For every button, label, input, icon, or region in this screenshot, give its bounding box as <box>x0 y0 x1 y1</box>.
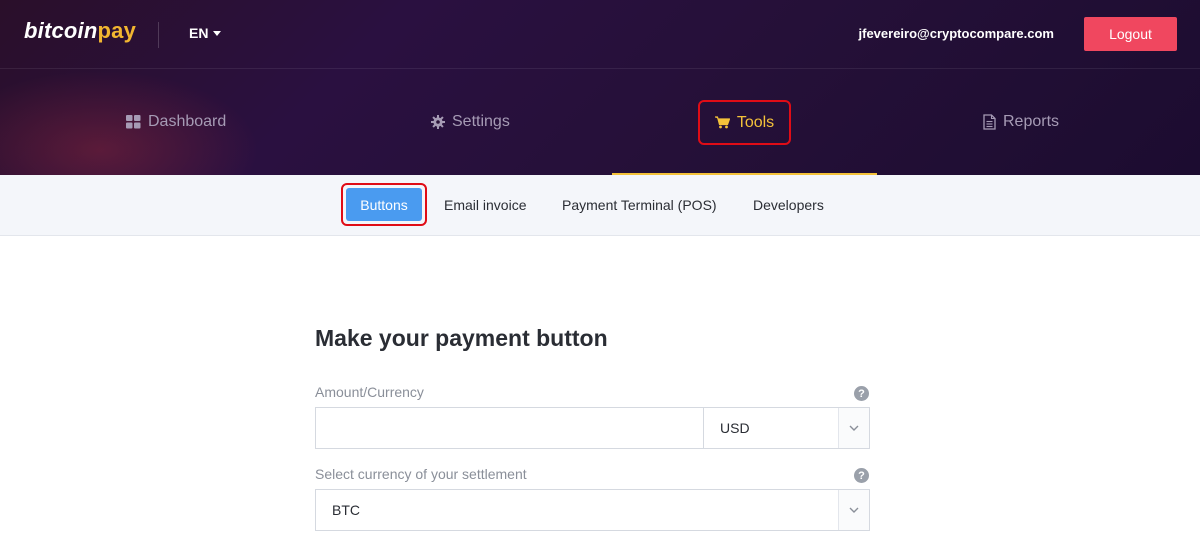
page-title: Make your payment button <box>315 325 608 351</box>
settlement-selected-value: BTC <box>332 502 360 518</box>
logout-button[interactable]: Logout <box>1084 17 1177 51</box>
nav-label-reports: Reports <box>1003 113 1060 130</box>
currency-select[interactable]: USD <box>703 407 870 449</box>
main-nav: Dashboard Settings Tools Reports <box>0 70 1200 175</box>
top-banner: bitcoinpay EN jfevereiro@cryptocompare.c… <box>0 0 1200 175</box>
cart-icon <box>714 116 730 129</box>
language-label: EN <box>189 25 209 41</box>
bitcoinpay-logo[interactable]: bitcoinpay <box>24 18 136 44</box>
caret-down-icon <box>213 30 222 36</box>
grid-icon <box>126 115 141 129</box>
header-divider <box>158 22 159 48</box>
nav-item-tools[interactable]: Tools <box>698 100 791 145</box>
document-icon <box>983 114 996 130</box>
gear-icon <box>431 115 445 129</box>
nav-label-tools: Tools <box>736 113 775 131</box>
chevron-down-icon <box>838 408 869 448</box>
nav-item-reports[interactable]: Reports <box>983 113 1059 131</box>
help-icon[interactable]: ? <box>854 386 869 401</box>
language-dropdown[interactable]: EN <box>189 25 222 41</box>
subnav-item-buttons[interactable]: Buttons <box>346 188 422 221</box>
amount-currency-label: Amount/Currency <box>315 384 424 400</box>
settlement-currency-select[interactable]: BTC <box>315 489 870 531</box>
amount-input[interactable] <box>315 407 704 449</box>
nav-label-settings: Settings <box>452 113 510 130</box>
subnav-item-developers[interactable]: Developers <box>753 197 824 213</box>
chevron-down-icon <box>838 490 869 530</box>
subnav-item-email-invoice[interactable]: Email invoice <box>444 197 526 213</box>
nav-item-settings[interactable]: Settings <box>431 113 510 131</box>
nav-label-dashboard: Dashboard <box>148 113 227 130</box>
user-email[interactable]: jfevereiro@cryptocompare.com <box>859 26 1054 41</box>
nav-item-dashboard[interactable]: Dashboard <box>126 113 226 131</box>
currency-selected-value: USD <box>720 420 750 436</box>
subnav-item-payment-terminal[interactable]: Payment Terminal (POS) <box>562 197 717 213</box>
logo-accent-text: pay <box>97 18 137 43</box>
sub-nav: Buttons Email invoice Payment Terminal (… <box>0 175 1200 236</box>
header-bar: bitcoinpay EN jfevereiro@cryptocompare.c… <box>0 0 1200 69</box>
help-icon[interactable]: ? <box>854 468 869 483</box>
logo-main-text: bitcoin <box>24 18 98 43</box>
settlement-currency-label: Select currency of your settlement <box>315 466 527 482</box>
